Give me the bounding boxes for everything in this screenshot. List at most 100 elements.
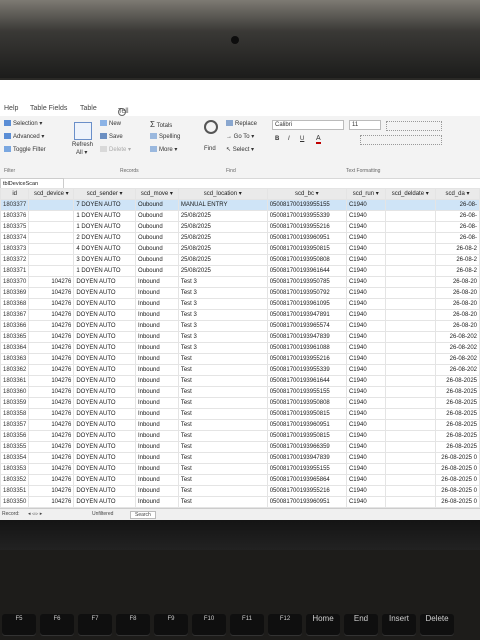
cell-scd-sender[interactable]: 7 DOYEN AUTO	[73, 199, 136, 211]
cell-scd-location[interactable]: 25/08/2025	[177, 265, 268, 277]
table-row[interactable]: 1803350 104276 DOYEN AUTO Inbound Test 050081…	[0, 496, 480, 508]
cell-scd-location[interactable]: 25/08/2025	[177, 221, 268, 233]
key-delete[interactable]: Delete	[420, 614, 454, 636]
cell-scd-sender[interactable]: DOYEN AUTO	[73, 496, 136, 508]
cell-id[interactable]: 1803360	[0, 386, 30, 398]
cell-scd-bc[interactable]: 050081700193955339	[266, 364, 347, 376]
cell-scd-sender[interactable]: 1 DOYEN AUTO	[73, 265, 136, 277]
cell-scd-bc[interactable]: 050081700193955155	[266, 463, 347, 475]
cell-scd-bc[interactable]: 050081700193961644	[266, 375, 347, 387]
cell-scd-sender[interactable]: 4 DOYEN AUTO	[73, 243, 136, 255]
cell-scd-bc[interactable]: 050081700193950792	[266, 287, 347, 299]
cell-id[interactable]: 1803350	[0, 496, 30, 508]
table-row[interactable]: 1803364 104276 DOYEN AUTO Inbound Test 3 0500…	[0, 342, 480, 354]
cell-scd-location[interactable]: Test	[177, 397, 268, 409]
key-f5[interactable]: F5	[2, 614, 36, 636]
cell-scd-bc[interactable]: 050081700193960951	[266, 496, 347, 508]
cell-scd-run[interactable]: C1940	[345, 265, 386, 277]
column-header-scd-device[interactable]: scd_device ▾	[28, 188, 75, 200]
cell-scd-move[interactable]: Inbound	[134, 320, 179, 332]
cell-scd-run[interactable]: C1940	[345, 298, 386, 310]
cell-scd-device[interactable]	[28, 221, 75, 233]
cell-scd-deldate[interactable]	[384, 298, 436, 310]
cell-scd-da[interactable]: 26-08-2025	[434, 386, 480, 398]
cell-scd-da[interactable]: 26-08-2025	[434, 397, 480, 409]
cell-scd-bc[interactable]: 050081700193961088	[266, 342, 347, 354]
cell-scd-device[interactable]: 104276	[28, 463, 75, 475]
cell-id[interactable]: 1803358	[0, 408, 30, 420]
cell-scd-location[interactable]: Test 3	[177, 276, 268, 288]
cell-scd-location[interactable]: Test	[177, 364, 268, 376]
cell-scd-move[interactable]: Inbound	[134, 298, 179, 310]
cell-scd-deldate[interactable]	[384, 331, 436, 343]
cell-scd-sender[interactable]: DOYEN AUTO	[73, 452, 136, 464]
cell-scd-deldate[interactable]	[384, 254, 436, 266]
cell-id[interactable]: 1803370	[0, 276, 30, 288]
cell-scd-run[interactable]: C1940	[345, 254, 386, 266]
cell-scd-run[interactable]: C1940	[345, 408, 386, 420]
cell-scd-device[interactable]: 104276	[28, 441, 75, 453]
cell-scd-sender[interactable]: 1 DOYEN AUTO	[73, 221, 136, 233]
key-f11[interactable]: F11	[230, 614, 264, 636]
table-row[interactable]: 1803367 104276 DOYEN AUTO Inbound Test 3 0500…	[0, 309, 480, 321]
cell-id[interactable]: 1803351	[0, 485, 30, 497]
cell-scd-deldate[interactable]	[384, 342, 436, 354]
cell-scd-bc[interactable]: 050081700193947891	[266, 309, 347, 321]
cell-scd-location[interactable]: Test	[177, 485, 268, 497]
cell-scd-bc[interactable]: 050081700193961644	[266, 265, 347, 277]
table-row[interactable]: 1803352 104276 DOYEN AUTO Inbound Test 050081…	[0, 474, 480, 486]
cell-scd-location[interactable]: Test	[177, 353, 268, 365]
cell-id[interactable]: 1803357	[0, 419, 30, 431]
cell-scd-device[interactable]: 104276	[28, 408, 75, 420]
nav-arrows[interactable]: ◂ ◃ ▹ ▸	[28, 511, 42, 517]
cell-scd-sender[interactable]: DOYEN AUTO	[73, 309, 136, 321]
cell-scd-move[interactable]: Oubound	[134, 210, 179, 222]
cell-scd-deldate[interactable]	[384, 199, 436, 211]
cell-scd-deldate[interactable]	[384, 210, 436, 222]
cell-scd-da[interactable]: 26-08-20	[434, 320, 480, 332]
cell-scd-device[interactable]: 104276	[28, 353, 75, 365]
cell-scd-location[interactable]: Test 3	[177, 309, 268, 321]
key-f12[interactable]: F12	[268, 614, 302, 636]
cell-id[interactable]: 1803365	[0, 331, 30, 343]
cell-scd-move[interactable]: Inbound	[134, 408, 179, 420]
cell-scd-move[interactable]: Inbound	[134, 419, 179, 431]
cell-scd-bc[interactable]: 050081700193950808	[266, 254, 347, 266]
cell-scd-location[interactable]: 25/08/2025	[177, 210, 268, 222]
cell-scd-location[interactable]: Test	[177, 441, 268, 453]
cell-scd-deldate[interactable]	[384, 353, 436, 365]
cell-scd-bc[interactable]: 050081700193965574	[266, 320, 347, 332]
cell-scd-run[interactable]: C1940	[345, 496, 386, 508]
cell-scd-device[interactable]: 104276	[28, 430, 75, 442]
cell-scd-move[interactable]: Inbound	[134, 496, 179, 508]
cell-scd-run[interactable]: C1940	[345, 463, 386, 475]
cell-scd-da[interactable]: 26-08-20	[434, 287, 480, 299]
table-row[interactable]: 1803372 3 DOYEN AUTO Oubound 25/08/2025 0500…	[0, 254, 480, 266]
cell-scd-location[interactable]: Test	[177, 463, 268, 475]
cell-scd-location[interactable]: Test 3	[177, 287, 268, 299]
cell-scd-deldate[interactable]	[384, 232, 436, 244]
table-row[interactable]: 1803351 104276 DOYEN AUTO Inbound Test 050081…	[0, 485, 480, 497]
search-box[interactable]: Search	[130, 511, 156, 519]
cell-scd-sender[interactable]: DOYEN AUTO	[73, 441, 136, 453]
cell-scd-device[interactable]	[28, 210, 75, 222]
cell-scd-device[interactable]: 104276	[28, 496, 75, 508]
cell-scd-move[interactable]: Inbound	[134, 331, 179, 343]
cell-scd-device[interactable]: 104276	[28, 298, 75, 310]
cell-id[interactable]: 1803355	[0, 441, 30, 453]
cell-scd-da[interactable]: 26-08-	[434, 232, 480, 244]
cell-scd-move[interactable]: Inbound	[134, 309, 179, 321]
cell-id[interactable]: 1803376	[0, 210, 30, 222]
font-size-box[interactable]: 11	[349, 120, 381, 130]
cell-scd-location[interactable]: Test	[177, 408, 268, 420]
column-header-scd-run[interactable]: scd_run ▾	[345, 188, 386, 200]
cell-scd-sender[interactable]: DOYEN AUTO	[73, 430, 136, 442]
cell-scd-sender[interactable]: DOYEN AUTO	[73, 287, 136, 299]
cell-scd-da[interactable]: 26-08-	[434, 199, 480, 211]
cell-scd-sender[interactable]: DOYEN AUTO	[73, 364, 136, 376]
toggle-filter-button[interactable]: Toggle Filter	[4, 146, 46, 153]
cell-scd-sender[interactable]: DOYEN AUTO	[73, 485, 136, 497]
cell-scd-deldate[interactable]	[384, 265, 436, 277]
cell-scd-run[interactable]: C1940	[345, 276, 386, 288]
cell-scd-move[interactable]: Oubound	[134, 199, 179, 211]
